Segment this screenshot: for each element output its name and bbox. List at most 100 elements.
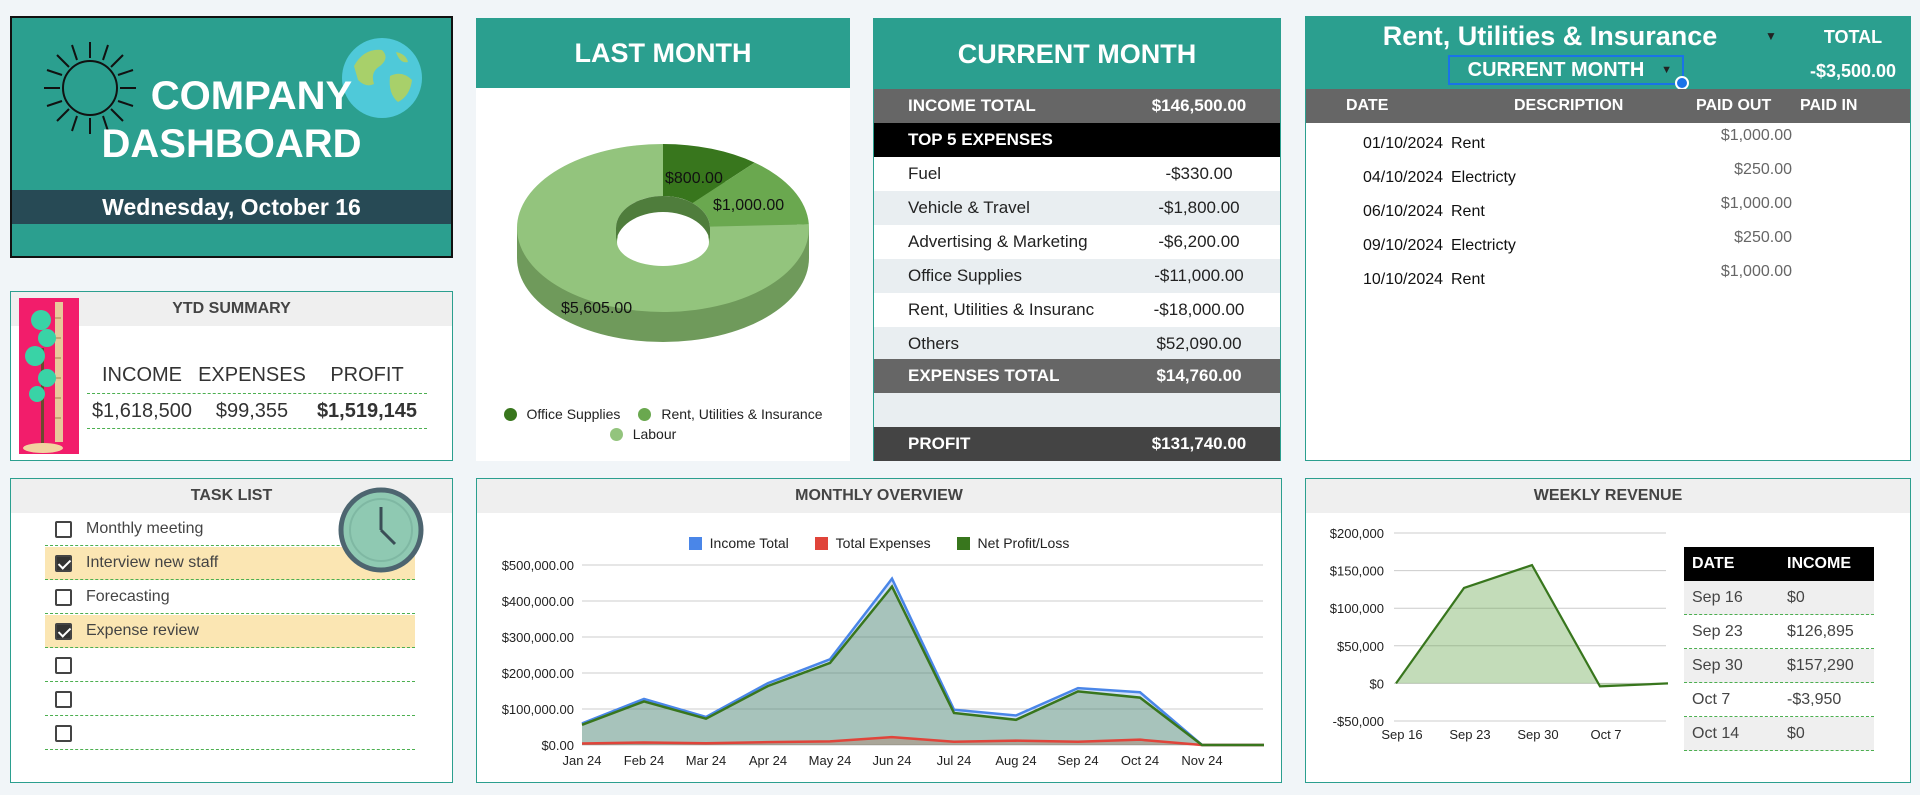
task-checkbox[interactable]	[55, 588, 72, 606]
date-bar: Wednesday, October 16	[12, 190, 451, 224]
task-checkbox[interactable]	[55, 622, 72, 640]
period-select[interactable]: CURRENT MONTH ▼	[1448, 55, 1689, 90]
y-tick-label: $300,000.00	[502, 630, 574, 645]
task-label: Interview new staff	[86, 554, 219, 571]
legend-item-rent-utilities: Rent, Utilities & Insurance	[638, 406, 822, 422]
ytd-values: $1,618,500 $99,355 $1,519,145	[87, 393, 427, 429]
col-paid-in: PAID IN	[1800, 97, 1858, 114]
profit-value: $131,740.00	[1151, 434, 1247, 453]
weekly-table-row: Sep 16 $0	[1684, 581, 1874, 615]
dashboard-title: COMPANY DASHBOARD	[12, 72, 451, 168]
donut-hole-inner	[617, 218, 709, 266]
task-checkbox[interactable]	[55, 554, 72, 572]
ytd-income-label: INCOME	[102, 364, 182, 386]
weekly-col-date: DATE	[1692, 555, 1735, 572]
x-tick-label: Nov 24	[1181, 753, 1222, 768]
task-label: Monthly meeting	[86, 520, 204, 537]
weekly-revenue-chart: -$50,000 $0 $50,000 $100,000 $150,000 $200,00…	[1330, 526, 1669, 742]
rent-row-paid-out: $250.00	[1734, 229, 1792, 246]
monthly-overview-title: MONTHLY OVERVIEW	[795, 487, 963, 504]
y-tick-label: $100,000	[1330, 601, 1384, 616]
rent-row-description: Rent	[1451, 271, 1485, 288]
expense-label: Office Supplies	[908, 266, 1023, 285]
last-month-title: LAST MONTH	[574, 38, 752, 68]
weekly-table-row: Oct 7 -$3,950	[1684, 683, 1874, 717]
title-dropdown-arrow[interactable]: ▼	[1765, 29, 1777, 43]
weekly-revenue-header: WEEKLY REVENUE	[1306, 479, 1910, 513]
title-card: COMPANY DASHBOARD Wednesday, October 16	[10, 16, 453, 258]
ytd-summary-panel: YTD SUMMARY INCOME EXPENSES PROFIT $1,61…	[10, 291, 453, 461]
ytd-profit-value: $1,519,145	[316, 399, 418, 422]
y-tick-label: $150,000	[1330, 564, 1384, 579]
task-checkbox[interactable]	[55, 520, 72, 538]
x-tick-label: Aug 24	[995, 753, 1036, 768]
spacer-row	[874, 393, 1280, 427]
expense-label: Others	[908, 334, 960, 353]
ytd-summary-title: YTD SUMMARY	[172, 300, 291, 317]
top5-header-row: TOP 5 EXPENSES	[874, 123, 1280, 157]
task-item[interactable]	[45, 649, 415, 682]
weekly-revenue-table: DATE INCOME Sep 16 $0 Sep 23 $126,895 Sep 30…	[1684, 547, 1874, 751]
weekly-row-income: $126,895	[1787, 622, 1854, 640]
task-item[interactable]	[45, 717, 415, 750]
monthly-overview-chart: $0.00 $100,000.00 $200,000.00 $300,000.00 $4…	[502, 558, 1264, 768]
weekly-table-row: Sep 30 $157,290	[1684, 649, 1874, 683]
weekly-table-row: Sep 23 $126,895	[1684, 615, 1874, 649]
clock-icon	[338, 487, 424, 573]
selection-handle[interactable]	[1675, 76, 1689, 90]
task-item[interactable]: Forecasting	[45, 581, 415, 614]
x-tick-label: Sep 23	[1449, 727, 1490, 742]
rent-row-date: 06/10/2024	[1363, 203, 1444, 220]
rent-table-row: 04/10/2024 Electricty $250.00	[1306, 157, 1910, 191]
rent-row-date: 09/10/2024	[1363, 237, 1444, 254]
weekly-row-date: Oct 7	[1692, 690, 1731, 708]
expense-label: Vehicle & Travel	[908, 198, 1030, 217]
x-tick-label: Jul 24	[937, 753, 972, 768]
x-tick-label: Mar 24	[686, 753, 726, 768]
legend-net-profit: Net Profit/Loss	[956, 535, 1069, 551]
income-total-label: INCOME TOTAL	[908, 96, 1036, 115]
rent-panel-title: Rent, Utilities & Insurance	[1382, 21, 1718, 51]
task-item[interactable]: Expense review	[45, 615, 415, 648]
expense-row: Others $52,090.00	[874, 327, 1280, 361]
income-total-row: INCOME TOTAL $146,500.00	[874, 89, 1280, 123]
donut-data-label: $5,605.00	[561, 300, 632, 317]
chevron-down-icon: ▼	[1661, 64, 1672, 76]
last-month-legend: Office Supplies Rent, Utilities & Insura…	[476, 406, 850, 442]
rent-row-description: Electricty	[1451, 169, 1516, 186]
weekly-row-income: -$3,950	[1787, 690, 1842, 708]
expenses-total-label: EXPENSES TOTAL	[908, 366, 1060, 385]
weekly-col-income: INCOME	[1787, 555, 1851, 572]
task-checkbox[interactable]	[55, 690, 72, 708]
title-line-1: COMPANY	[150, 74, 353, 118]
col-date: DATE	[1346, 97, 1389, 114]
x-tick-label: Sep 16	[1381, 727, 1422, 742]
task-item[interactable]	[45, 683, 415, 716]
expense-value: -$18,000.00	[1153, 300, 1245, 319]
expense-label: Rent, Utilities & Insuranc	[908, 300, 1095, 319]
expense-row: Advertising & Marketing -$6,200.00	[874, 225, 1280, 259]
total-value: -$3,500.00	[1809, 61, 1897, 81]
x-tick-label: Feb 24	[624, 753, 664, 768]
expense-label: Fuel	[908, 164, 942, 183]
task-list-panel: TASK LIST Monthly meeting Interview new s…	[10, 478, 453, 783]
rent-panel-header: Rent, Utilities & Insurance ▼ CURRENT MO…	[1306, 17, 1910, 90]
col-paid-out: PAID OUT	[1696, 97, 1772, 114]
profit-label: PROFIT	[908, 434, 971, 453]
task-checkbox[interactable]	[55, 724, 72, 742]
total-label: TOTAL	[1823, 27, 1883, 47]
y-tick-label: $200,000.00	[502, 666, 574, 681]
rent-table-row: 01/10/2024 Rent $1,000.00	[1306, 123, 1910, 157]
y-tick-label: $200,000	[1330, 526, 1384, 541]
task-checkbox[interactable]	[55, 656, 72, 674]
period-select-value: CURRENT MONTH	[1467, 59, 1645, 81]
series-area	[582, 586, 1264, 745]
rent-table-header: DATE DESCRIPTION PAID OUT PAID IN	[1306, 89, 1910, 123]
rent-row-description: Rent	[1451, 135, 1485, 152]
x-tick-label: Apr 24	[749, 753, 787, 768]
x-tick-label: Oct 7	[1590, 727, 1621, 742]
weekly-row-date: Oct 14	[1692, 724, 1740, 742]
expense-row: Fuel -$330.00	[874, 157, 1280, 191]
rent-table-row: 09/10/2024 Electricty $250.00	[1306, 225, 1910, 259]
rent-table-row: 06/10/2024 Rent $1,000.00	[1306, 191, 1910, 225]
